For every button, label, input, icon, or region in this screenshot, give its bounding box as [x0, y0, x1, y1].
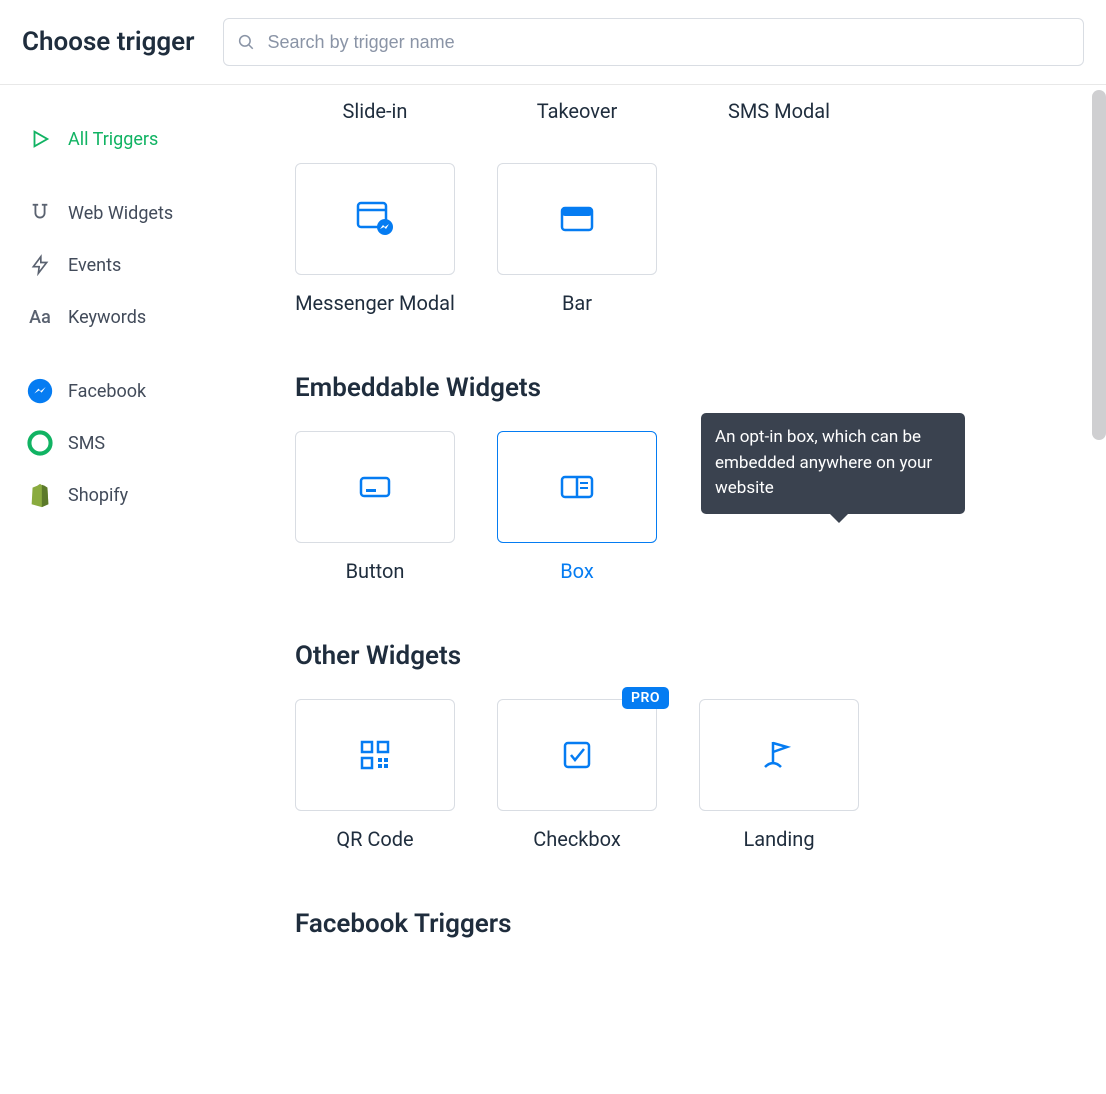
trigger-card-bar[interactable]: Bar — [497, 163, 657, 315]
card-label: Landing — [743, 827, 814, 851]
sidebar-item-label: Web Widgets — [68, 203, 173, 224]
body: All Triggers Web Widgets Events Aa — [0, 85, 1106, 1090]
landing-icon — [761, 737, 797, 773]
search-wrapper — [223, 18, 1084, 66]
card-box[interactable] — [497, 163, 657, 275]
chat-circle-icon — [26, 430, 54, 456]
card-label: Slide-in — [295, 99, 455, 123]
card-box[interactable] — [295, 431, 455, 543]
box-icon — [559, 474, 595, 500]
trigger-card-checkbox[interactable]: PRO Checkbox — [497, 699, 657, 851]
sidebar-item-label: Shopify — [68, 485, 128, 506]
tooltip: An opt-in box, which can be embedded any… — [701, 413, 965, 514]
card-box[interactable] — [295, 699, 455, 811]
sidebar-item-web-widgets[interactable]: Web Widgets — [22, 187, 241, 239]
sidebar-item-label: Keywords — [68, 307, 146, 328]
card-box[interactable] — [497, 699, 657, 811]
trigger-card-qr[interactable]: QR Code — [295, 699, 455, 851]
shopify-icon — [26, 482, 54, 508]
card-label: SMS Modal — [699, 99, 859, 123]
sidebar-item-label: SMS — [68, 433, 105, 454]
trigger-card-landing[interactable]: Landing — [699, 699, 859, 851]
magnet-icon — [26, 202, 54, 224]
text-aa-icon: Aa — [26, 307, 54, 328]
card-label: Button — [346, 559, 405, 583]
play-icon — [26, 128, 54, 150]
card-box[interactable] — [295, 163, 455, 275]
sidebar-item-label: Events — [68, 255, 121, 276]
button-icon — [358, 474, 392, 500]
scrollbar[interactable] — [1092, 90, 1106, 440]
messenger-circle-icon — [26, 378, 54, 404]
trigger-card-box[interactable]: Box — [497, 431, 657, 583]
search-input[interactable] — [223, 18, 1084, 66]
sidebar-item-shopify[interactable]: Shopify — [22, 469, 241, 521]
card-box[interactable] — [699, 699, 859, 811]
section-title: Facebook Triggers — [295, 909, 1066, 939]
lightning-icon — [26, 254, 54, 276]
trigger-row: Messenger Modal Bar — [295, 163, 1066, 315]
card-label: Takeover — [497, 99, 657, 123]
header: Choose trigger — [0, 0, 1106, 85]
search-icon — [237, 33, 255, 51]
card-label: Messenger Modal — [295, 291, 455, 315]
pro-badge: PRO — [622, 687, 669, 709]
section-title: Other Widgets — [295, 641, 1066, 671]
messenger-modal-icon — [355, 200, 395, 238]
section-title: Embeddable Widgets — [295, 373, 1066, 403]
card-label: QR Code — [336, 827, 413, 851]
sidebar-item-events[interactable]: Events — [22, 239, 241, 291]
trigger-card-messenger-modal[interactable]: Messenger Modal — [295, 163, 455, 315]
sidebar: All Triggers Web Widgets Events Aa — [0, 85, 255, 1090]
sidebar-item-keywords[interactable]: Aa Keywords — [22, 291, 241, 343]
sidebar-item-label: Facebook — [68, 381, 146, 402]
card-box[interactable] — [497, 431, 657, 543]
card-label: Box — [560, 559, 594, 583]
sidebar-item-all-triggers[interactable]: All Triggers — [22, 113, 241, 165]
tooltip-text: An opt-in box, which can be embedded any… — [715, 427, 932, 498]
page-title: Choose trigger — [22, 27, 195, 57]
section-grid-other: QR Code PRO Checkbox — [295, 699, 1066, 851]
trigger-row: Slide-in Takeover SMS Modal — [295, 99, 1066, 123]
card-label: Checkbox — [533, 827, 621, 851]
qr-icon — [358, 738, 392, 772]
card-label: Bar — [562, 291, 592, 315]
content-area[interactable]: Slide-in Takeover SMS Modal Mes — [255, 85, 1106, 1090]
sidebar-item-facebook[interactable]: Facebook — [22, 365, 241, 417]
trigger-card-button[interactable]: Button — [295, 431, 455, 583]
sidebar-item-sms[interactable]: SMS — [22, 417, 241, 469]
bar-icon — [559, 204, 595, 234]
sidebar-item-label: All Triggers — [68, 129, 158, 150]
checkbox-icon — [560, 738, 594, 772]
